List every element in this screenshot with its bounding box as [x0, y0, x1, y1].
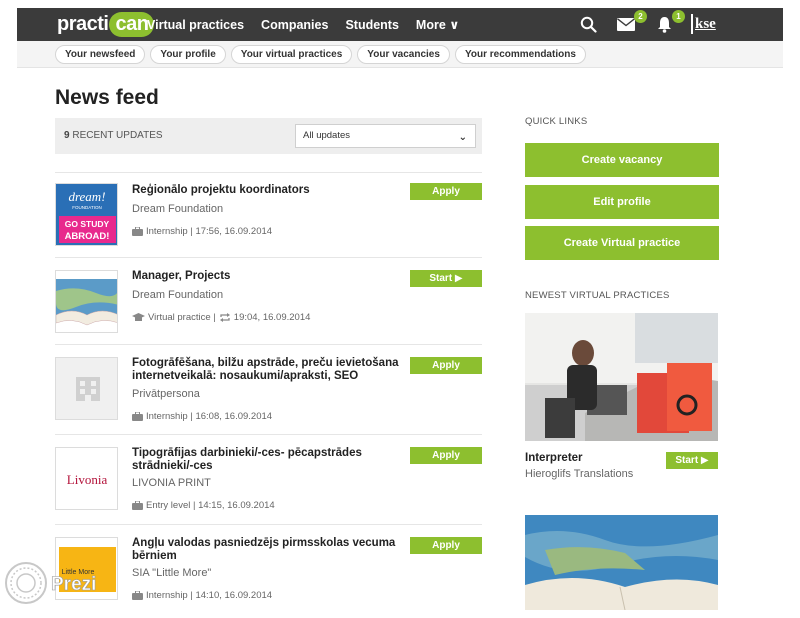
item-company[interactable]: SIA "Little More": [132, 567, 211, 579]
page-title: News feed: [55, 86, 159, 109]
updates-count: 9 RECENT UPDATES: [64, 130, 163, 141]
graduation-cap-icon: [132, 313, 145, 321]
svg-text:FOUNDATION: FOUNDATION: [72, 205, 101, 210]
repeat-icon: [219, 313, 230, 322]
prezi-watermark: Prezi: [5, 562, 97, 604]
virtual-practice-photo[interactable]: [525, 313, 718, 441]
start-button[interactable]: Start ▶: [410, 270, 482, 287]
item-thumbnail[interactable]: [55, 357, 118, 420]
item-title[interactable]: Angļu valodas pasniedzējs pirmsskolas ve…: [132, 537, 402, 563]
item-company[interactable]: Dream Foundation: [132, 203, 223, 215]
newest-virtual-practices-heading: NEWEST VIRTUAL PRACTICES: [525, 290, 670, 301]
list-item: dream! FOUNDATION GO STUDY ABROAD! Reģio…: [55, 172, 482, 257]
list-item: Fotogrāfēšana, bilžu apstrāde, preču iev…: [55, 344, 482, 434]
item-title[interactable]: Manager, Projects: [132, 270, 402, 283]
svg-text:Livonia: Livonia: [67, 472, 108, 487]
tab-your-newsfeed[interactable]: Your newsfeed: [55, 45, 146, 64]
livonia-print-logo[interactable]: Livonia: [55, 447, 118, 510]
bell-icon[interactable]: [657, 16, 672, 33]
vp-title[interactable]: Interpreter: [525, 452, 583, 464]
item-meta: Internship | 17:56, 16.09.2014: [132, 226, 272, 237]
quick-links-heading: QUICK LINKS: [525, 116, 588, 127]
user-avatar[interactable]: kse: [691, 14, 716, 34]
item-thumbnail[interactable]: [55, 270, 118, 333]
feed-filter-bar: 9 RECENT UPDATES All updates ⌄: [55, 118, 482, 154]
apply-button[interactable]: Apply: [410, 537, 482, 554]
nav-students[interactable]: Students: [345, 18, 398, 32]
main-nav: Virtual practices Companies Students Mor…: [147, 8, 459, 41]
edit-profile-button[interactable]: Edit profile: [525, 185, 719, 219]
apply-button[interactable]: Apply: [410, 447, 482, 464]
nav-companies[interactable]: Companies: [261, 18, 328, 32]
list-item: Livonia Tipogrāfijas darbinieki/-ces- pē…: [55, 434, 482, 524]
item-title[interactable]: Tipogrāfijas darbinieki/-ces- pēcapstrād…: [132, 447, 402, 473]
create-vacancy-button[interactable]: Create vacancy: [525, 143, 719, 177]
practican-logo[interactable]: practi can: [57, 12, 155, 37]
item-company[interactable]: Privātpersona: [132, 388, 200, 400]
briefcase-icon: [132, 501, 143, 510]
item-meta: Virtual practice | 19:04, 16.09.2014: [132, 312, 310, 323]
tab-your-vacancies[interactable]: Your vacancies: [357, 45, 450, 64]
briefcase-icon: [132, 591, 143, 600]
tab-your-recommendations[interactable]: Your recommendations: [454, 45, 586, 64]
notifications-badge: 1: [672, 10, 685, 23]
vp-company[interactable]: Hieroglifs Translations: [525, 468, 633, 480]
item-meta: Entry level | 14:15, 16.09.2014: [132, 500, 275, 511]
nav-more-menu[interactable]: More ∨: [416, 17, 460, 32]
svg-text:Prezi: Prezi: [51, 574, 96, 595]
list-item: Manager, Projects Dream Foundation Virtu…: [55, 257, 482, 344]
chevron-down-icon: ⌄: [458, 132, 467, 143]
messages-badge: 2: [634, 10, 647, 23]
search-icon[interactable]: [580, 16, 597, 33]
sub-navbar: Your newsfeed Your profile Your virtual …: [17, 41, 783, 68]
svg-text:GO STUDY: GO STUDY: [65, 219, 110, 229]
tab-your-virtual-practices[interactable]: Your virtual practices: [230, 45, 353, 64]
briefcase-icon: [132, 412, 143, 421]
mail-icon[interactable]: [617, 18, 635, 31]
briefcase-icon: [132, 227, 143, 236]
apply-button[interactable]: Apply: [410, 357, 482, 374]
dream-foundation-logo[interactable]: dream! FOUNDATION GO STUDY ABROAD!: [55, 183, 118, 246]
item-meta: Internship | 16:08, 16.09.2014: [132, 411, 272, 422]
vp-start-button[interactable]: Start ▶: [666, 452, 718, 469]
nav-virtual-practices[interactable]: Virtual practices: [147, 18, 244, 32]
svg-text:dream!: dream!: [68, 189, 105, 204]
svg-text:ABROAD!: ABROAD!: [65, 231, 110, 242]
item-title[interactable]: Reģionālo projektu koordinators: [132, 184, 402, 197]
item-company[interactable]: LIVONIA PRINT: [132, 477, 211, 489]
updates-filter-select[interactable]: All updates ⌄: [295, 124, 476, 148]
virtual-practice-photo-2[interactable]: [525, 515, 718, 610]
item-meta: Internship | 14:10, 16.09.2014: [132, 590, 272, 601]
tab-your-profile[interactable]: Your profile: [150, 45, 226, 64]
item-company[interactable]: Dream Foundation: [132, 289, 223, 301]
list-item: Little More Angļu valodas pasniedzējs pi…: [55, 524, 482, 614]
item-title[interactable]: Fotogrāfēšana, bilžu apstrāde, preču iev…: [132, 357, 402, 383]
apply-button[interactable]: Apply: [410, 183, 482, 200]
create-virtual-practice-button[interactable]: Create Virtual practice: [525, 226, 719, 260]
top-navbar: practi can Virtual practices Companies St…: [17, 8, 783, 41]
